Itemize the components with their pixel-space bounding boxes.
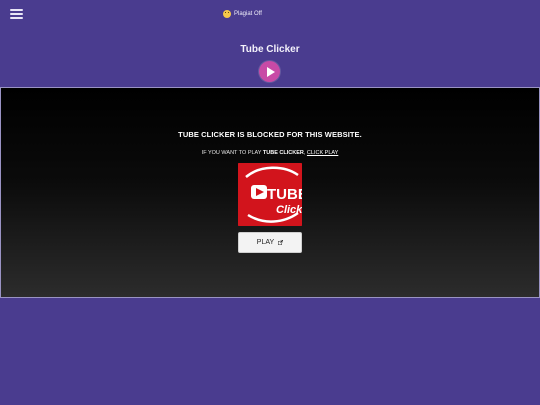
svg-text:TUBE: TUBE (267, 186, 302, 203)
tube-clicker-logo: TUBE Clicker (238, 163, 302, 226)
play-icon (266, 66, 275, 77)
blocked-subtitle: IF YOU WANT TO PLAY TUBE CLICKER, CLICK … (201, 150, 339, 156)
svg-text:Clicker: Clicker (276, 204, 302, 216)
play-button-label: PLAY (256, 239, 275, 246)
game-thumbnail[interactable]: TUBE Clicker (238, 163, 302, 226)
top-bar: Plagiat Off (0, 0, 540, 28)
sub-game-name: TUBE CLICKER (262, 150, 304, 156)
page: Plagiat Off Tube Clicker TUBE CLICKER IS… (0, 0, 540, 405)
hamburger-menu-icon[interactable] (10, 9, 23, 19)
sub-prefix: IF YOU WANT TO PLAY (201, 150, 262, 156)
plagiat-label: Plagiat Off (234, 11, 262, 17)
play-button[interactable]: PLAY (238, 232, 302, 253)
page-title: Tube Clicker (240, 44, 300, 55)
emoji-icon (223, 10, 231, 18)
blocked-message: TUBE CLICKER IS BLOCKED FOR THIS WEBSITE… (178, 130, 362, 139)
game-area: TUBE CLICKER IS BLOCKED FOR THIS WEBSITE… (0, 87, 540, 298)
external-link-icon (278, 240, 284, 245)
play-circle-button[interactable] (259, 61, 280, 82)
plagiat-toggle[interactable]: Plagiat Off (223, 9, 262, 19)
click-play-link[interactable]: CLICK PLAY (307, 150, 338, 156)
